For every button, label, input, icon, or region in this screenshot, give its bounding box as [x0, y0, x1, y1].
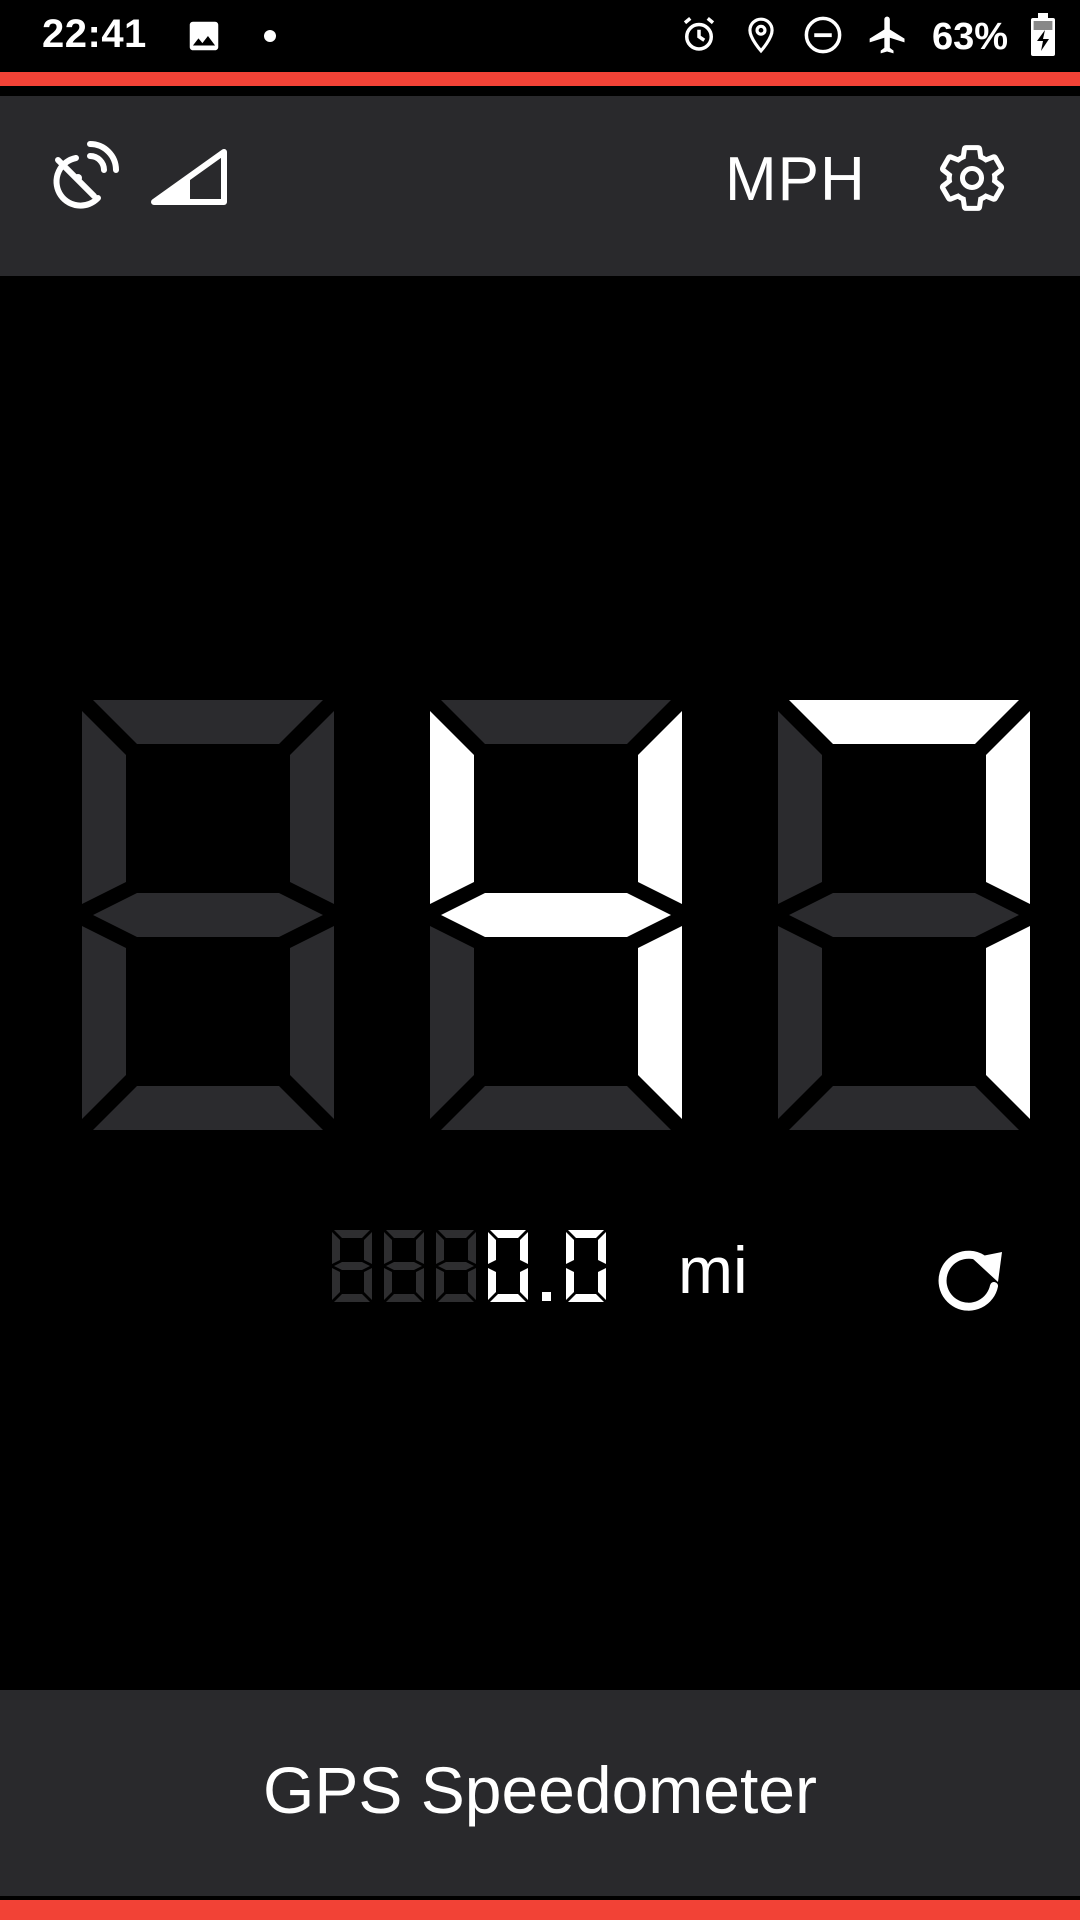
- odometer-lead-1-segment-f: [384, 1232, 392, 1264]
- refresh-icon: [938, 1250, 1002, 1311]
- unit-toggle[interactable]: MPH: [725, 144, 866, 215]
- odometer-lead-2-segment-c: [468, 1268, 476, 1300]
- battery-charging-icon: [1030, 12, 1056, 62]
- top-toolbar: MPH: [0, 96, 1080, 276]
- speed-digit-1-segment-e: [430, 926, 474, 1119]
- dot-icon: [263, 29, 277, 48]
- odometer-lead-0-segment-c: [364, 1268, 372, 1300]
- accent-bar-top: [0, 72, 1080, 86]
- odometer-lead-0-segment-f: [332, 1232, 340, 1264]
- speed-digit-0-segment-e: [82, 926, 126, 1119]
- odometer-decimal-point: [542, 1292, 551, 1301]
- status-system-icons: 63%: [678, 12, 1056, 62]
- speed-digits: [82, 700, 1030, 1130]
- battery-percent: 63%: [931, 15, 1008, 58]
- odometer-digit-0-segment-e: [488, 1268, 496, 1300]
- odometer-digit-2-segment-f: [566, 1232, 574, 1264]
- speed-digit-2-segment-b: [986, 711, 1030, 904]
- speed-digit-1-segment-b: [638, 711, 682, 904]
- odometer-digit-0-segment-f: [488, 1232, 496, 1264]
- odometer-lead-0-segment-d: [334, 1294, 370, 1302]
- speed-digit-2-segment-d: [789, 1086, 1019, 1130]
- status-time: 22:41: [42, 12, 147, 56]
- odometer-lead-1-segment-b: [416, 1232, 424, 1264]
- settings-icon[interactable]: [934, 140, 1010, 216]
- gps-off-icon[interactable]: [46, 136, 122, 212]
- alarm-icon: [678, 14, 720, 61]
- speed-digit-2-segment-c: [986, 926, 1030, 1119]
- status-bar: 22:41 63%: [0, 0, 1080, 72]
- odometer-digit-0-segment-a: [490, 1230, 526, 1238]
- speed-digit-1-segment-a: [441, 700, 671, 744]
- odometer-lead-2-segment-b: [468, 1232, 476, 1264]
- odometer-lead-0-segment-a: [334, 1230, 370, 1238]
- odometer-digit-2-segment-d: [568, 1294, 604, 1302]
- odometer-lead-0-segment-e: [332, 1268, 340, 1300]
- odometer-lead-1-segment-a: [386, 1230, 422, 1238]
- speed-digit-0-segment-b: [290, 711, 334, 904]
- odometer-digit-2-segment-a: [568, 1230, 604, 1238]
- odometer-lead-2-segment-e: [436, 1268, 444, 1300]
- odometer-digit-0-segment-d: [490, 1294, 526, 1302]
- odometer-digit-2-segment-b: [598, 1232, 606, 1264]
- airplane-icon: [866, 13, 910, 62]
- speed-display: [80, 690, 1040, 1140]
- odometer-lead-0-segment-g: [334, 1262, 370, 1270]
- odometer-digit-0-segment-b: [520, 1232, 528, 1264]
- speed-digit-2-segment-a: [789, 700, 1019, 744]
- top-gap: [0, 86, 1080, 96]
- odometer-digit-2-segment-c: [598, 1268, 606, 1300]
- odometer-digit-2-segment-e: [566, 1268, 574, 1300]
- odometer-lead-2-segment-f: [436, 1232, 444, 1264]
- bottom-bar: GPS Speedometer: [0, 1690, 1080, 1900]
- odometer-lead-1-segment-g: [386, 1262, 422, 1270]
- odometer-lead-2-segment-d: [438, 1294, 474, 1302]
- speed-digit-0-segment-d: [93, 1086, 323, 1130]
- odometer-digit-0-segment-c: [520, 1268, 528, 1300]
- status-notification-icons: [185, 16, 277, 60]
- do-not-disturb-icon: [802, 14, 844, 61]
- speed-digit-2-segment-f: [778, 711, 822, 904]
- odometer-unit: mi: [678, 1233, 748, 1307]
- odometer-lead-2-segment-a: [438, 1230, 474, 1238]
- speed-digit-1-segment-c: [638, 926, 682, 1119]
- reset-odometer-button[interactable]: [928, 1236, 1010, 1318]
- odometer-lead-1-segment-c: [416, 1268, 424, 1300]
- speed-digit-2-segment-e: [778, 926, 822, 1119]
- speed-digit-1-segment-d: [441, 1086, 671, 1130]
- signal-icon: [150, 146, 232, 208]
- speed-digit-2-segment-g: [789, 893, 1019, 937]
- odometer-lead-1-segment-d: [386, 1294, 422, 1302]
- app-name: GPS Speedometer: [263, 1753, 817, 1827]
- odometer-lead-1-segment-e: [384, 1268, 392, 1300]
- location-icon: [742, 14, 780, 61]
- speed-digit-0-segment-g: [93, 893, 323, 937]
- odometer-lead-2-segment-g: [438, 1262, 474, 1270]
- speed-digit-0-segment-c: [290, 926, 334, 1119]
- odometer-lead-0-segment-b: [364, 1232, 372, 1264]
- speed-digit-0-segment-a: [93, 700, 323, 744]
- speed-digit-1-segment-g: [441, 893, 671, 937]
- speed-digit-1-segment-f: [430, 711, 474, 904]
- image-icon: [185, 17, 223, 60]
- accent-bar-bottom: [0, 1900, 1080, 1920]
- speed-digit-0-segment-f: [82, 711, 126, 904]
